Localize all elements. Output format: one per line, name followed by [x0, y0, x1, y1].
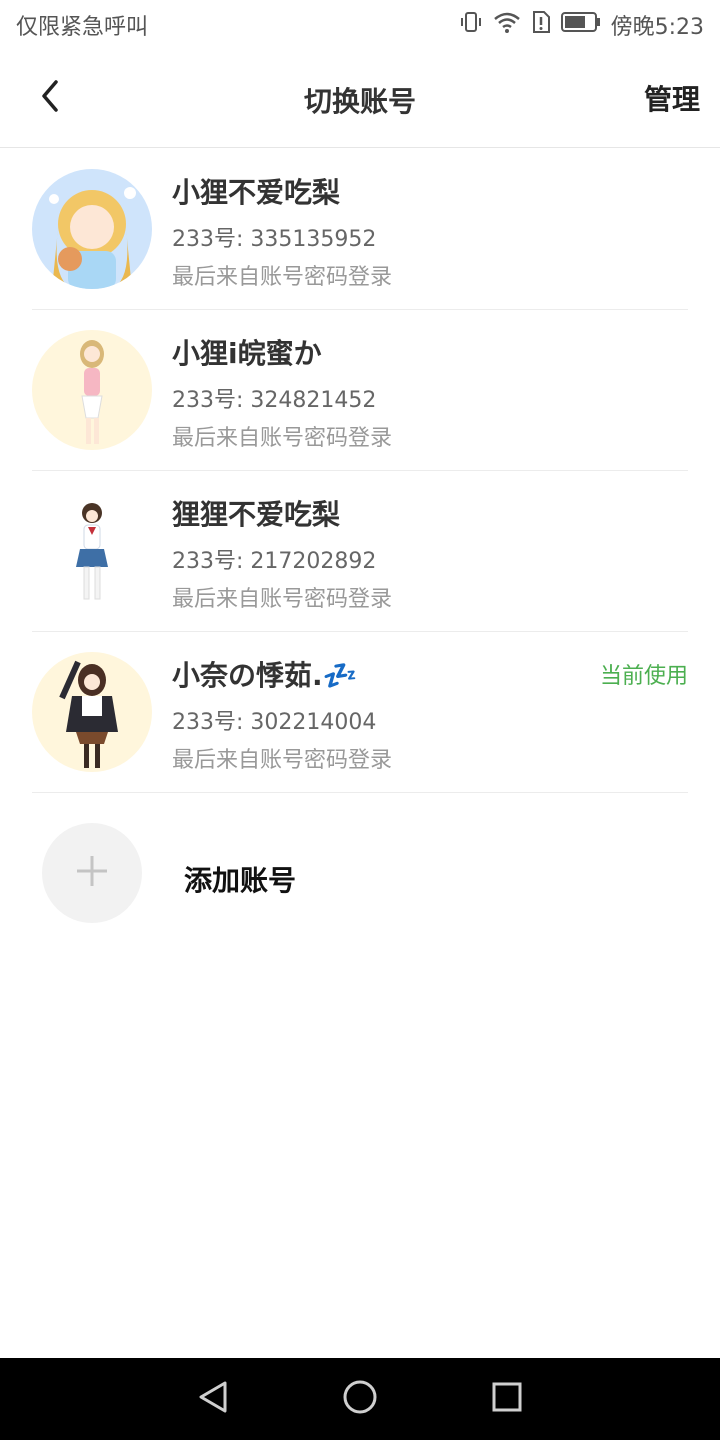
plus-icon [75, 854, 109, 892]
system-nav-bar [0, 1358, 720, 1440]
manage-button[interactable]: 管理 [644, 78, 700, 118]
app-header: 切换账号 管理 [0, 50, 720, 148]
account-name: 小狸i皖蜜か [172, 337, 322, 370]
nav-home-button[interactable] [340, 1379, 380, 1419]
add-account-label: 添加账号 [184, 864, 297, 897]
avatar [32, 652, 152, 772]
account-item[interactable]: 小奈の悸茹.💤 233号: 302214004 最后来自账号密码登录 当前使用 [32, 632, 688, 793]
status-icons: 傍晚5:23 [459, 9, 704, 41]
account-login-method: 最后来自账号密码登录 [172, 748, 393, 773]
vibrate-icon [459, 10, 483, 40]
account-id: 233号: 217202892 [172, 549, 377, 574]
nav-recents-button[interactable] [487, 1379, 527, 1419]
account-name: 狸狸不爱吃梨 [172, 498, 341, 531]
avatar [32, 330, 152, 450]
account-id: 233号: 335135952 [172, 227, 377, 252]
account-name: 小奈の悸茹.💤 [172, 659, 358, 692]
home-circle-icon [343, 1380, 377, 1418]
account-id: 233号: 324821452 [172, 388, 377, 413]
page-title: 切换账号 [303, 85, 416, 118]
avatar [32, 169, 152, 289]
account-item[interactable]: 小狸i皖蜜か 233号: 324821452 最后来自账号密码登录 [32, 310, 688, 471]
avatar [32, 491, 152, 611]
account-login-method: 最后来自账号密码登录 [172, 265, 393, 290]
wifi-icon [493, 10, 521, 40]
account-login-method: 最后来自账号密码登录 [172, 426, 393, 451]
current-badge: 当前使用 [599, 664, 688, 689]
account-item[interactable]: 狸狸不爱吃梨 233号: 217202892 最后来自账号密码登录 [32, 471, 688, 632]
back-triangle-icon [197, 1380, 229, 1418]
account-login-method: 最后来自账号密码登录 [172, 587, 393, 612]
battery-icon [560, 11, 601, 39]
account-list: 小狸不爱吃梨 233号: 335135952 最后来自账号密码登录 小狸i皖蜜か… [0, 149, 720, 793]
nav-back-button[interactable] [193, 1379, 233, 1419]
sim-alert-icon [531, 10, 551, 40]
account-item[interactable]: 小狸不爱吃梨 233号: 335135952 最后来自账号密码登录 [32, 149, 688, 310]
account-id: 233号: 302214004 [172, 710, 377, 735]
account-name: 小狸不爱吃梨 [172, 176, 341, 209]
status-bar: 仅限紧急呼叫 傍晚5:23 [0, 0, 720, 50]
recents-square-icon [491, 1381, 523, 1417]
add-account-circle [42, 823, 142, 923]
emergency-only-text: 仅限紧急呼叫 [16, 15, 149, 40]
clock-text: 傍晚5:23 [610, 15, 704, 40]
add-account-button[interactable]: 添加账号 [42, 823, 682, 923]
